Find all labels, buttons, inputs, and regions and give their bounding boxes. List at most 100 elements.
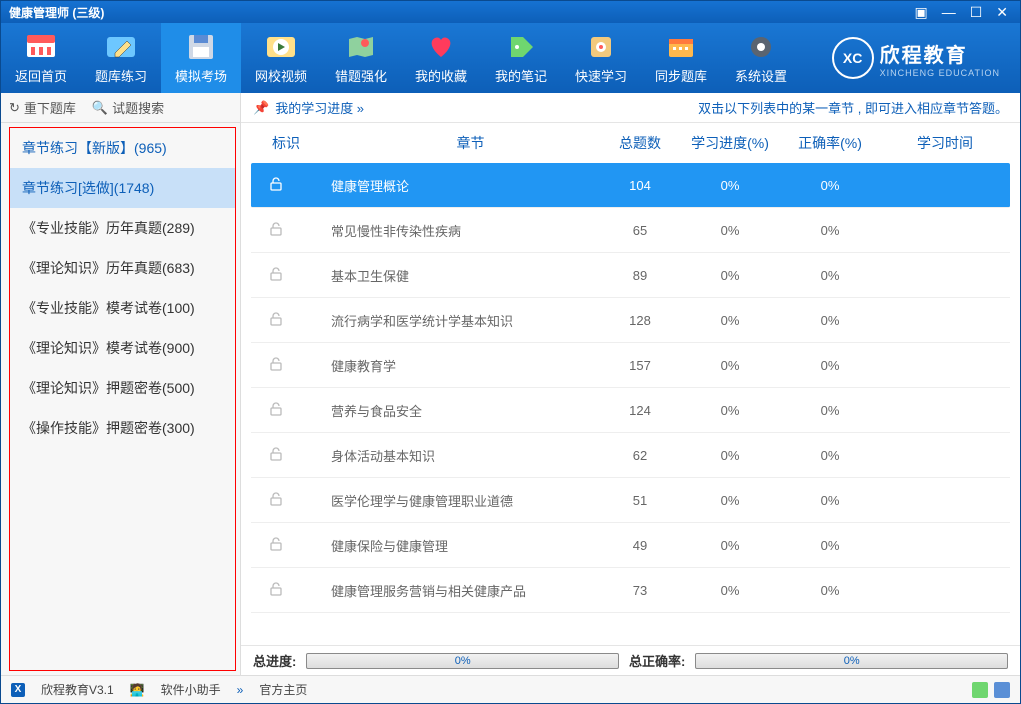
toolbar-exam[interactable]: 模拟考场 xyxy=(161,23,241,93)
breadcrumb[interactable]: 📌 我的学习进度 » xyxy=(253,98,364,117)
progress-value: 0% xyxy=(680,358,780,373)
homepage-link[interactable]: 官方主页 xyxy=(259,681,307,698)
total-accuracy-bar: 0% xyxy=(695,653,1008,669)
progress-value: 0% xyxy=(680,223,780,238)
sidebar-item-3[interactable]: 《理论知识》历年真题(683) xyxy=(10,248,235,288)
overall-progress-bar: 总进度: 0% 总正确率: 0% xyxy=(241,645,1020,675)
sidebar-item-1[interactable]: 章节练习[选做](1748) xyxy=(10,168,235,208)
chapter-row[interactable]: 健康教育学1570%0% xyxy=(251,343,1010,388)
gear-icon xyxy=(743,32,779,62)
sidebar-category-list: 章节练习【新版】(965) 章节练习[选做](1748) 《专业技能》历年真题(… xyxy=(9,127,236,671)
total-count: 104 xyxy=(600,178,680,193)
accuracy-value: 0% xyxy=(780,223,880,238)
toolbar-notes[interactable]: 我的笔记 xyxy=(481,23,561,93)
chapter-name: 医学伦理学与健康管理职业道德 xyxy=(301,491,600,510)
accuracy-value: 0% xyxy=(780,268,880,283)
lock-icon xyxy=(251,491,301,510)
chapter-name: 基本卫生保健 xyxy=(301,266,600,285)
progress-value: 0% xyxy=(680,538,780,553)
sidebar-item-6[interactable]: 《理论知识》押题密卷(500) xyxy=(10,368,235,408)
status-bar: X 欣程教育V3.1 🧑‍💻 软件小助手 » 官方主页 xyxy=(1,675,1020,703)
assistant-link[interactable]: 软件小助手 xyxy=(161,681,221,698)
close-icon[interactable]: ✕ xyxy=(996,4,1008,21)
accuracy-value: 0% xyxy=(780,448,880,463)
lock-icon xyxy=(251,401,301,420)
app-version[interactable]: 欣程教育V3.1 xyxy=(41,681,114,698)
map-icon xyxy=(343,32,379,62)
total-accuracy-label: 总正确率: xyxy=(629,651,685,670)
title-bar: 健康管理师 (三级) ▣ — ☐ ✕ xyxy=(1,1,1020,23)
breadcrumb-bar: 📌 我的学习进度 » 双击以下列表中的某一章节 , 即可进入相应章节答题。 xyxy=(241,93,1020,123)
tag-icon xyxy=(503,32,539,62)
accuracy-value: 0% xyxy=(780,583,880,598)
chevron-right-icon: » xyxy=(237,683,244,697)
progress-value: 0% xyxy=(680,178,780,193)
total-count: 65 xyxy=(600,223,680,238)
col-time-header: 学习时间 xyxy=(880,133,1010,153)
maximize-icon[interactable]: ☐ xyxy=(970,4,983,21)
shortcut-icon[interactable]: ▣ xyxy=(914,4,927,21)
chapter-name: 营养与食品安全 xyxy=(301,401,600,420)
toolbar-settings[interactable]: 系统设置 xyxy=(721,23,801,93)
calendar-icon xyxy=(663,32,699,62)
sidebar-item-0[interactable]: 章节练习【新版】(965) xyxy=(10,128,235,168)
toolbar-quick[interactable]: 快速学习 xyxy=(561,23,641,93)
assistant-icon: 🧑‍💻 xyxy=(130,683,145,697)
stats-icon[interactable] xyxy=(972,682,988,698)
main-toolbar: 返回首页 题库练习 模拟考场 网校视频 错题强化 我的收藏 我的笔记 快速学习 … xyxy=(1,23,1020,93)
lock-icon xyxy=(251,311,301,330)
chapter-row[interactable]: 健康保险与健康管理490%0% xyxy=(251,523,1010,568)
progress-value: 0% xyxy=(680,583,780,598)
app-title: 健康管理师 (三级) xyxy=(9,4,914,21)
total-count: 62 xyxy=(600,448,680,463)
accuracy-value: 0% xyxy=(780,358,880,373)
main-panel: 📌 我的学习进度 » 双击以下列表中的某一章节 , 即可进入相应章节答题。 标识… xyxy=(241,93,1020,675)
chapter-row[interactable]: 医学伦理学与健康管理职业道德510%0% xyxy=(251,478,1010,523)
home-icon xyxy=(23,32,59,62)
sidebar-item-7[interactable]: 《操作技能》押题密卷(300) xyxy=(10,408,235,448)
progress-value: 0% xyxy=(680,493,780,508)
progress-value: 0% xyxy=(680,313,780,328)
safe-icon xyxy=(583,32,619,62)
search-questions-button[interactable]: 🔍 试题搜索 xyxy=(92,98,164,117)
search-icon: 🔍 xyxy=(92,100,108,116)
total-count: 49 xyxy=(600,538,680,553)
chapter-row[interactable]: 常见慢性非传染性疾病650%0% xyxy=(251,208,1010,253)
total-count: 128 xyxy=(600,313,680,328)
toolbar-sync[interactable]: 同步题库 xyxy=(641,23,721,93)
total-count: 51 xyxy=(600,493,680,508)
progress-value: 0% xyxy=(680,268,780,283)
save-icon xyxy=(183,32,219,62)
total-count: 124 xyxy=(600,403,680,418)
chapter-row[interactable]: 健康管理概论1040%0% xyxy=(251,163,1010,208)
hint-text: 双击以下列表中的某一章节 , 即可进入相应章节答题。 xyxy=(698,98,1008,117)
toolbar-home[interactable]: 返回首页 xyxy=(1,23,81,93)
minimize-icon[interactable]: — xyxy=(942,4,956,21)
play-icon xyxy=(263,32,299,62)
chapter-name: 健康管理服务营销与相关健康产品 xyxy=(301,581,600,600)
chapter-row[interactable]: 基本卫生保健890%0% xyxy=(251,253,1010,298)
chapter-name: 流行病学和医学统计学基本知识 xyxy=(301,311,600,330)
chat-icon[interactable] xyxy=(994,682,1010,698)
sidebar-item-4[interactable]: 《专业技能》模考试卷(100) xyxy=(10,288,235,328)
chapter-row[interactable]: 营养与食品安全1240%0% xyxy=(251,388,1010,433)
lock-icon xyxy=(251,176,301,195)
reload-questions-button[interactable]: ↻ 重下题库 xyxy=(9,98,76,117)
toolbar-errors[interactable]: 错题强化 xyxy=(321,23,401,93)
pin-icon: 📌 xyxy=(253,100,269,116)
accuracy-value: 0% xyxy=(780,493,880,508)
heart-icon xyxy=(423,32,459,62)
toolbar-practice[interactable]: 题库练习 xyxy=(81,23,161,93)
chapter-row[interactable]: 流行病学和医学统计学基本知识1280%0% xyxy=(251,298,1010,343)
chapter-name: 健康教育学 xyxy=(301,356,600,375)
chapter-row[interactable]: 身体活动基本知识620%0% xyxy=(251,433,1010,478)
toolbar-favorites[interactable]: 我的收藏 xyxy=(401,23,481,93)
chapter-row[interactable]: 健康管理服务营销与相关健康产品730%0% xyxy=(251,568,1010,613)
window-controls: ▣ — ☐ ✕ xyxy=(914,4,1020,21)
toolbar-video[interactable]: 网校视频 xyxy=(241,23,321,93)
progress-value: 0% xyxy=(680,403,780,418)
pencil-icon xyxy=(103,32,139,62)
sidebar-item-5[interactable]: 《理论知识》模考试卷(900) xyxy=(10,328,235,368)
sidebar-item-2[interactable]: 《专业技能》历年真题(289) xyxy=(10,208,235,248)
lock-icon xyxy=(251,266,301,285)
